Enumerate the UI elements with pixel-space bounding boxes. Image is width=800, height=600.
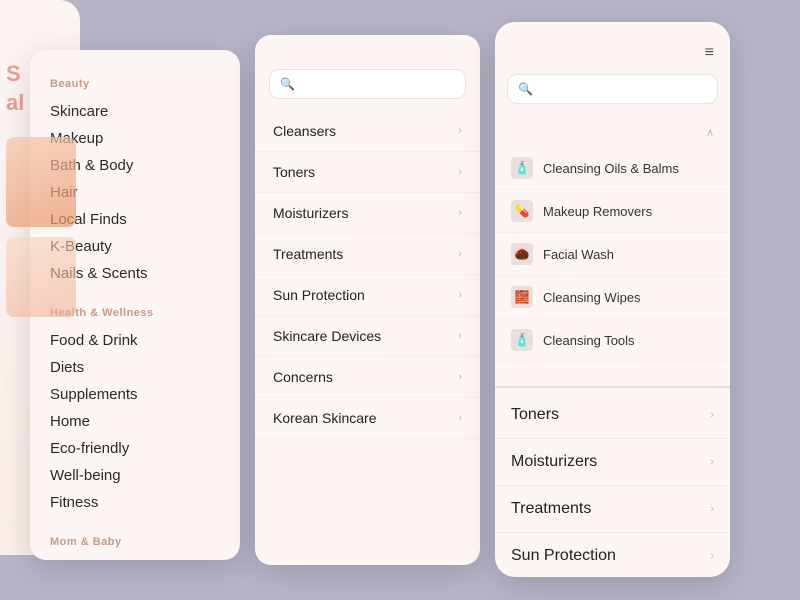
sub-item-1[interactable]: 💊 Makeup Removers <box>495 190 730 233</box>
middle-menu-chevron-1: › <box>458 166 462 178</box>
middle-menu: Cleansers›Toners›Moisturizers›Treatments… <box>255 111 480 439</box>
middle-menu-label-1: Toners <box>273 164 315 180</box>
middle-menu-label-4: Sun Protection <box>273 287 365 303</box>
middle-menu-chevron-7: › <box>458 412 462 424</box>
sub-item-0[interactable]: 🧴 Cleansing Oils & Balms <box>495 147 730 190</box>
search-icon-right: 🔍 <box>518 82 533 96</box>
middle-menu-item-6[interactable]: Concerns › <box>255 357 480 398</box>
middle-menu-chevron-2: › <box>458 207 462 219</box>
nav-item-1-2[interactable]: Supplements <box>50 381 220 408</box>
sub-item-label-2: Facial Wash <box>543 247 614 262</box>
crop-image-2 <box>6 237 76 317</box>
sub-item-label-1: Makeup Removers <box>543 204 652 219</box>
nav-item-1-6[interactable]: Fitness <box>50 489 220 516</box>
middle-search-bar[interactable]: 🔍 <box>269 69 466 99</box>
sub-item-3[interactable]: 🧱 Cleansing Wipes <box>495 276 730 319</box>
section-group-2: Mom & Baby Baby Care <box>50 536 220 560</box>
middle-search-input[interactable] <box>301 77 455 91</box>
nav-item-1-0[interactable]: Food & Drink <box>50 327 220 354</box>
sub-item-icon-2: 🌰 <box>511 243 533 265</box>
nav-item-1-4[interactable]: Eco-friendly <box>50 435 220 462</box>
collapsed-item-chevron-0: › <box>710 409 714 421</box>
right-search-input[interactable] <box>539 82 707 96</box>
cleansers-chevron[interactable]: ∧ <box>706 126 714 139</box>
middle-panel: 🔍 Cleansers›Toners›Moisturizers›Treatmen… <box>255 35 480 565</box>
collapsed-items-list: Toners›Moisturizers›Treatments›Sun Prote… <box>495 392 730 577</box>
middle-menu-label-0: Cleansers <box>273 123 336 139</box>
middle-menu-chevron-5: › <box>458 330 462 342</box>
middle-menu-item-0[interactable]: Cleansers › <box>255 111 480 152</box>
collapsed-item-label-1: Moisturizers <box>511 453 597 471</box>
collapsed-item-chevron-1: › <box>710 456 714 468</box>
sub-items-list: 🧴 Cleansing Oils & Balms 💊 Makeup Removers 🌰… <box>495 147 730 362</box>
middle-menu-item-2[interactable]: Moisturizers › <box>255 193 480 234</box>
collapsed-item-chevron-3: › <box>710 550 714 562</box>
sub-item-2[interactable]: 🌰 Facial Wash <box>495 233 730 276</box>
see-all-skincare[interactable] <box>255 439 480 471</box>
sub-item-icon-4: 🧴 <box>511 329 533 351</box>
middle-menu-item-1[interactable]: Toners › <box>255 152 480 193</box>
sub-item-label-3: Cleansing Wipes <box>543 290 641 305</box>
nav-item-2-0[interactable]: Baby Care <box>50 556 220 560</box>
sub-item-icon-0: 🧴 <box>511 157 533 179</box>
hamburger-icon[interactable]: ≡ <box>705 44 714 62</box>
middle-menu-chevron-0: › <box>458 125 462 137</box>
collapsed-item-label-2: Treatments <box>511 500 591 518</box>
middle-menu-item-5[interactable]: Skincare Devices › <box>255 316 480 357</box>
collapsed-item-chevron-2: › <box>710 503 714 515</box>
nav-item-0-0[interactable]: Skincare <box>50 98 220 125</box>
middle-menu-item-7[interactable]: Korean Skincare › <box>255 398 480 439</box>
sub-item-icon-1: 💊 <box>511 200 533 222</box>
collapsed-item-label-0: Toners <box>511 406 559 424</box>
section-group-1: Health & WellnessFood & DrinkDietsSupple… <box>50 307 220 516</box>
collapsed-item-2[interactable]: Treatments › <box>495 486 730 533</box>
middle-menu-label-5: Skincare Devices <box>273 328 381 344</box>
sub-item-icon-3: 🧱 <box>511 286 533 308</box>
nav-item-1-5[interactable]: Well-being <box>50 462 220 489</box>
middle-menu-chevron-3: › <box>458 248 462 260</box>
nav-item-1-1[interactable]: Diets <box>50 354 220 381</box>
section-label-0: Beauty <box>50 78 220 90</box>
sub-item-label-4: Cleansing Tools <box>543 333 635 348</box>
middle-menu-label-3: Treatments <box>273 246 343 262</box>
search-icon-middle: 🔍 <box>280 77 295 91</box>
collapsed-item-0[interactable]: Toners › <box>495 392 730 439</box>
right-panel: ≡ 🔍 ∧ 🧴 Cleansing Oils & Balms 💊 Makeup Rem… <box>495 22 730 577</box>
middle-menu-item-4[interactable]: Sun Protection › <box>255 275 480 316</box>
collapsed-item-3[interactable]: Sun Protection › <box>495 533 730 577</box>
middle-menu-label-7: Korean Skincare <box>273 410 377 426</box>
middle-menu-item-3[interactable]: Treatments › <box>255 234 480 275</box>
middle-menu-chevron-6: › <box>458 371 462 383</box>
nav-item-1-3[interactable]: Home <box>50 408 220 435</box>
crop-image-1 <box>6 137 76 227</box>
collapsed-item-label-3: Sun Protection <box>511 547 616 565</box>
middle-menu-label-6: Concerns <box>273 369 333 385</box>
sub-item-label-0: Cleansing Oils & Balms <box>543 161 679 176</box>
sub-item-4[interactable]: 🧴 Cleansing Tools <box>495 319 730 362</box>
status-bar <box>495 22 730 30</box>
cleansers-section: ∧ 🧴 Cleansing Oils & Balms 💊 Makeup Remover… <box>495 112 730 388</box>
right-search-bar[interactable]: 🔍 <box>507 74 718 104</box>
collapsed-item-1[interactable]: Moisturizers › <box>495 439 730 486</box>
middle-menu-label-2: Moisturizers <box>273 205 348 221</box>
middle-menu-chevron-4: › <box>458 289 462 301</box>
see-all-cleansers[interactable] <box>495 362 730 388</box>
section-label-2: Mom & Baby <box>50 536 220 548</box>
